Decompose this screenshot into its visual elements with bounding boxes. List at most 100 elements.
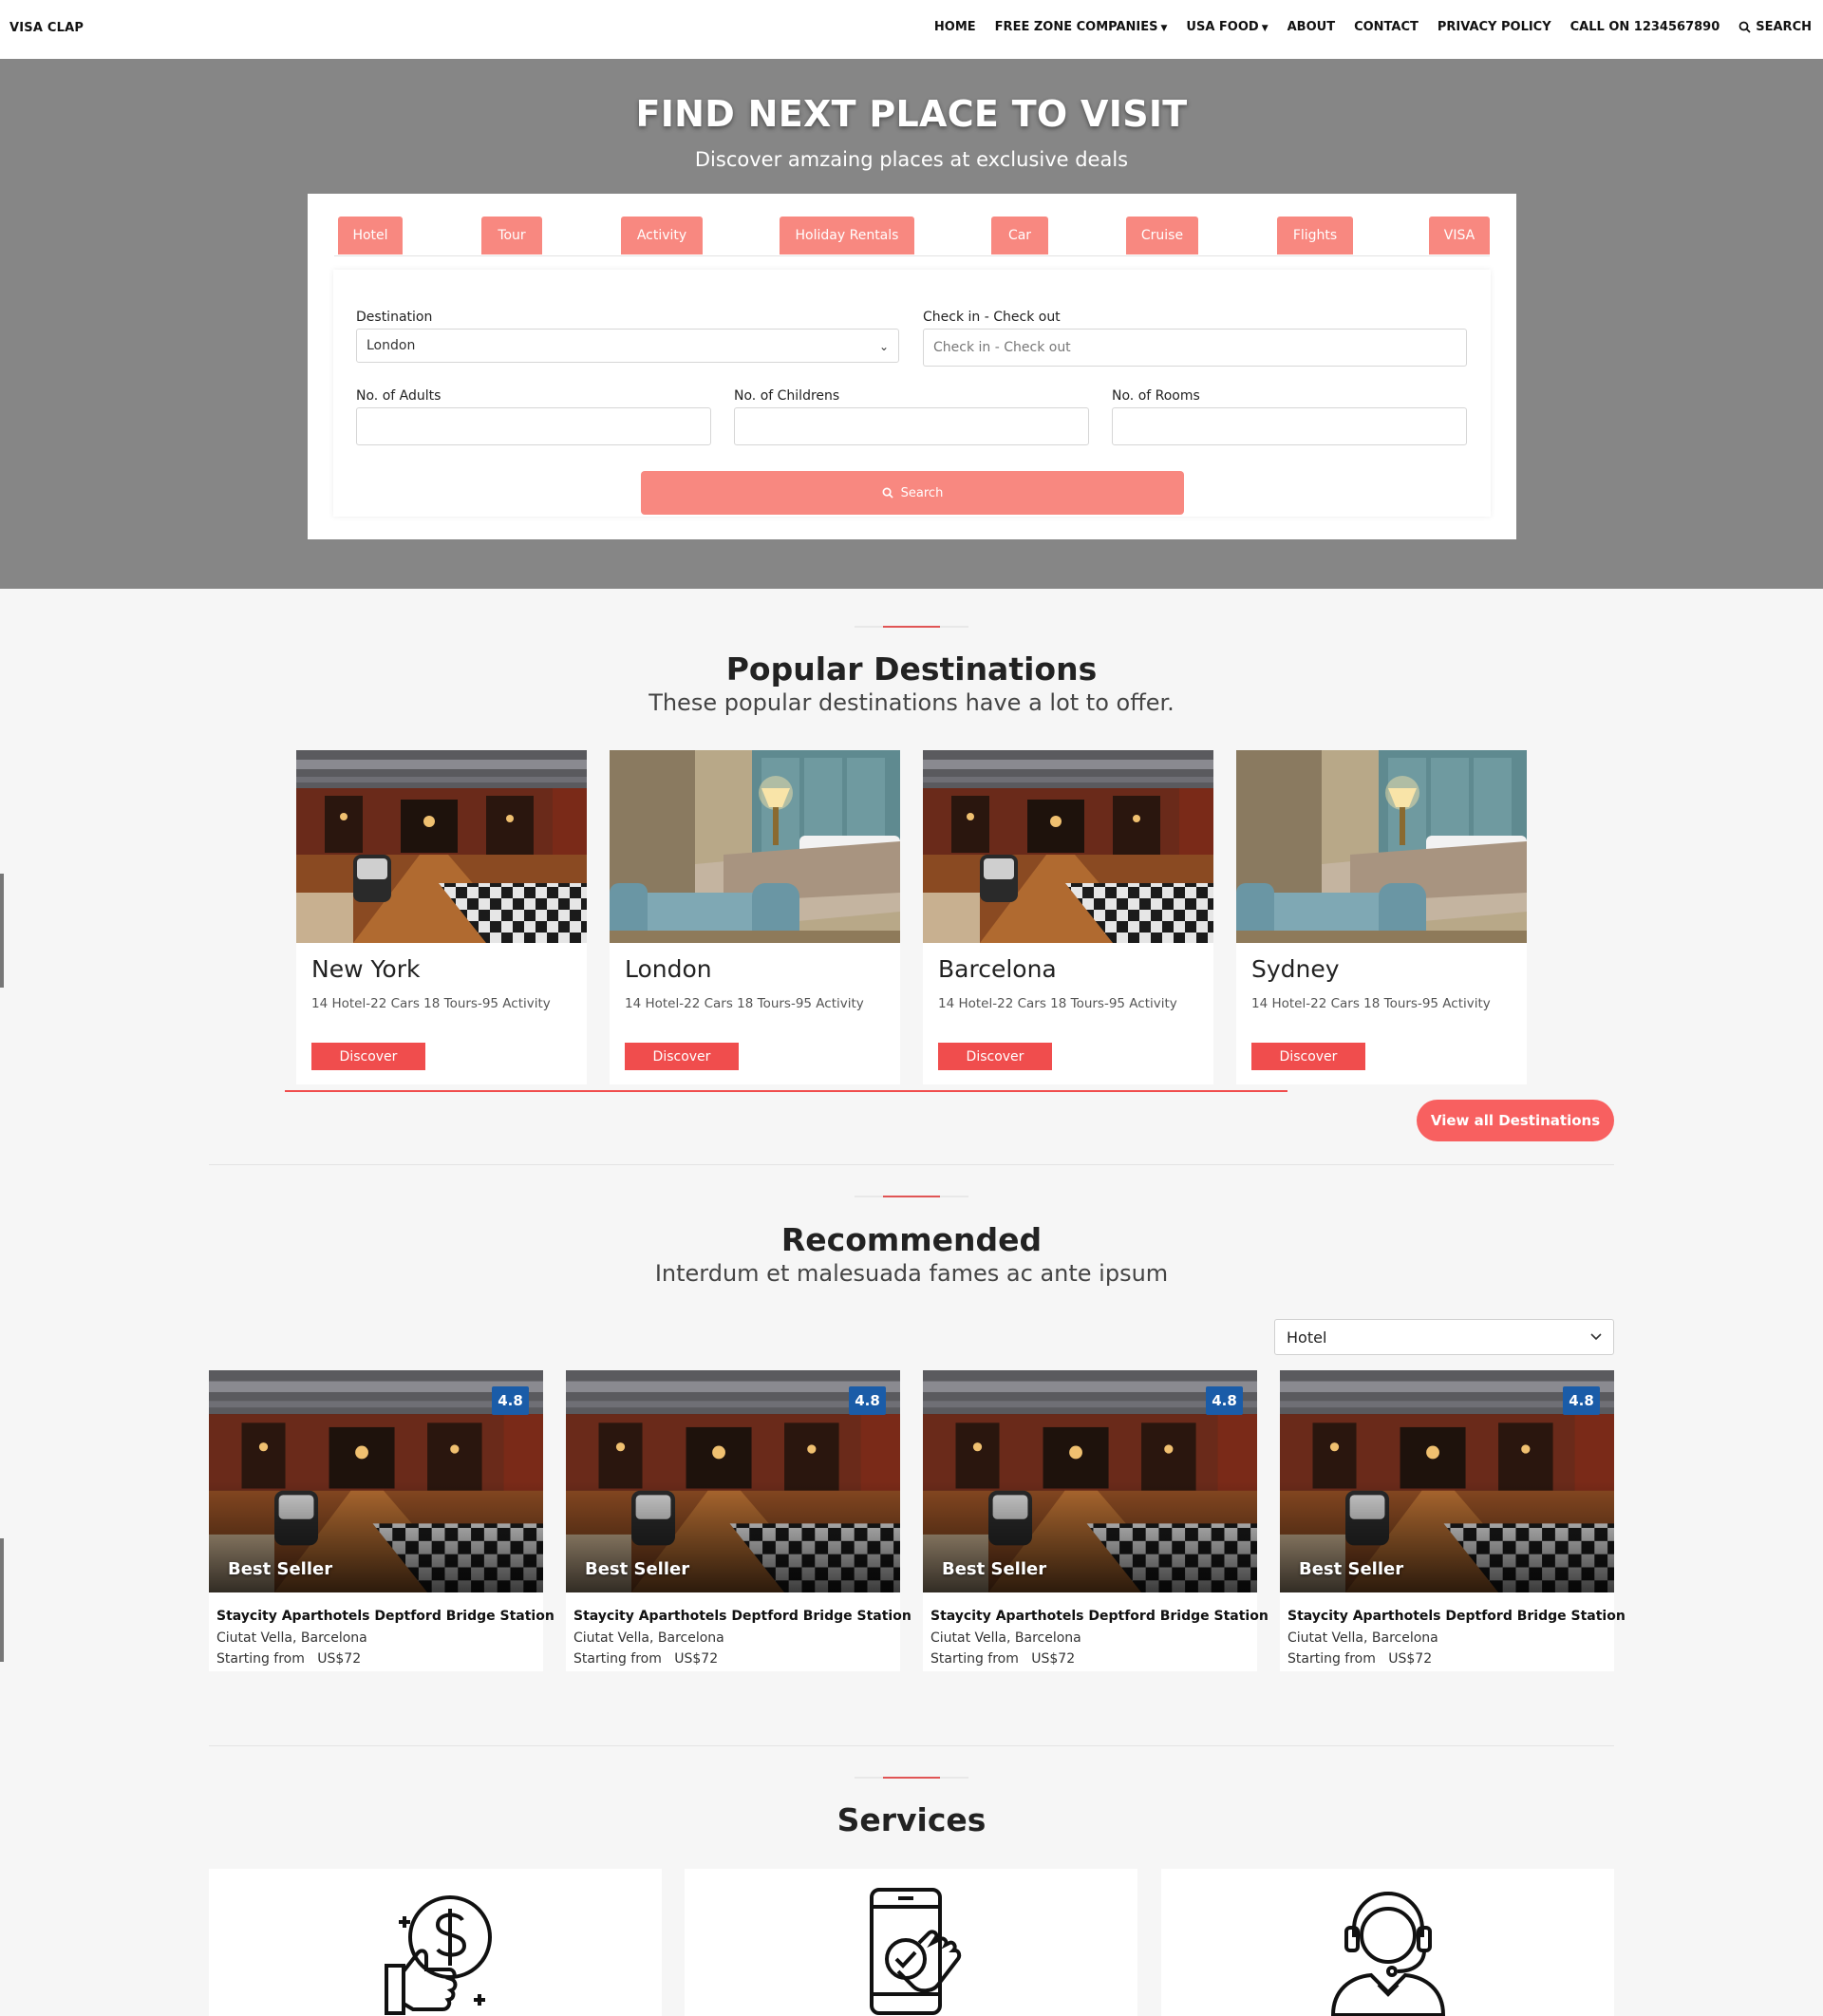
service-card[interactable] xyxy=(685,1869,1137,2016)
scroll-edge xyxy=(0,1538,4,1662)
nav-search-label: SEARCH xyxy=(1756,20,1812,34)
hotel-location: Ciutat Vella, Barcelona xyxy=(216,1630,367,1646)
chevron-down-icon: ⌄ xyxy=(878,340,889,353)
section-divider xyxy=(209,1745,1614,1746)
best-seller-label: Best Seller xyxy=(585,1559,690,1579)
destination-meta: 14 Hotel-22 Cars 18 Tours-95 Activity xyxy=(938,996,1177,1011)
tab-hotel[interactable]: Hotel xyxy=(338,217,403,254)
destination-card[interactable]: Sydney 14 Hotel-22 Cars 18 Tours-95 Acti… xyxy=(1236,750,1527,1084)
rating-badge: 4.8 xyxy=(1563,1386,1600,1415)
tab-tour[interactable]: Tour xyxy=(481,217,542,254)
hotel-title[interactable]: Staycity Aparthotels Deptford Bridge Sta… xyxy=(573,1609,912,1624)
hotel-title[interactable]: Staycity Aparthotels Deptford Bridge Sta… xyxy=(1287,1609,1626,1624)
destination-label: Destination xyxy=(356,310,433,325)
tab-visa[interactable]: VISA xyxy=(1429,217,1490,254)
search-button-label: Search xyxy=(900,485,944,500)
nav-call[interactable]: CALL ON 1234567890 xyxy=(1570,20,1720,34)
recommended-subtitle: Interdum et malesuada fames ac ante ipsu… xyxy=(654,1260,1169,1287)
view-all-destinations-button[interactable]: View all Destinations xyxy=(1417,1100,1614,1141)
destination-select[interactable]: London ⌄ xyxy=(356,329,899,363)
adults-label: No. of Adults xyxy=(356,388,442,404)
price-label: Starting from xyxy=(1287,1651,1376,1667)
nav-contact[interactable]: CONTACT xyxy=(1354,20,1419,34)
destination-image xyxy=(1236,750,1527,943)
discover-button[interactable]: Discover xyxy=(625,1043,739,1070)
hotel-title[interactable]: Staycity Aparthotels Deptford Bridge Sta… xyxy=(216,1609,554,1624)
hotel-location: Ciutat Vella, Barcelona xyxy=(1287,1630,1438,1646)
best-seller-label: Best Seller xyxy=(942,1559,1047,1579)
hotel-price: Starting from US$72 xyxy=(573,1651,718,1667)
rooms-input[interactable] xyxy=(1112,407,1467,445)
destination-meta: 14 Hotel-22 Cars 18 Tours-95 Activity xyxy=(311,996,551,1011)
chevron-down-icon xyxy=(1590,1333,1602,1341)
section-divider xyxy=(855,1777,968,1779)
recommended-card[interactable]: 4.8 Best Seller Staycity Aparthotels Dep… xyxy=(209,1370,554,1671)
customer-support-icon xyxy=(1330,1891,1445,2016)
section-divider xyxy=(855,626,968,628)
destination-card[interactable]: New York 14 Hotel-22 Cars 18 Tours-95 Ac… xyxy=(296,750,587,1084)
tab-cruise[interactable]: Cruise xyxy=(1126,217,1198,254)
carousel-scrollbar[interactable] xyxy=(285,1090,1287,1092)
recommended-card[interactable]: 4.8 Best Seller Staycity Aparthotels Dep… xyxy=(566,1370,912,1671)
checkin-label: Check in - Check out xyxy=(923,310,1061,325)
caret-down-icon: ▼ xyxy=(1261,24,1269,33)
price-value: US$72 xyxy=(1031,1651,1076,1667)
nav-privacy[interactable]: PRIVACY POLICY xyxy=(1438,20,1551,34)
checkin-placeholder: Check in - Check out xyxy=(933,340,1071,355)
recommended-card[interactable]: 4.8 Best Seller Staycity Aparthotels Dep… xyxy=(1280,1370,1626,1671)
destination-card[interactable]: London 14 Hotel-22 Cars 18 Tours-95 Acti… xyxy=(610,750,900,1084)
checkin-input[interactable]: Check in - Check out xyxy=(923,329,1467,367)
nav-home[interactable]: HOME xyxy=(934,20,976,34)
booking-tabs: Hotel Tour Activity Holiday Rentals Car … xyxy=(334,217,1490,256)
tab-flights[interactable]: Flights xyxy=(1277,217,1353,254)
service-card[interactable] xyxy=(1161,1869,1614,2016)
tab-car[interactable]: Car xyxy=(991,217,1048,254)
caret-down-icon: ▼ xyxy=(1160,24,1168,33)
tab-activity[interactable]: Activity xyxy=(621,217,703,254)
discover-button[interactable]: Discover xyxy=(938,1043,1052,1070)
discover-button[interactable]: Discover xyxy=(1251,1043,1365,1070)
rating-badge: 4.8 xyxy=(849,1386,886,1415)
discover-button[interactable]: Discover xyxy=(311,1043,425,1070)
hotel-price: Starting from US$72 xyxy=(1287,1651,1432,1667)
destination-name: Barcelona xyxy=(938,955,1057,983)
search-panel: Hotel Tour Activity Holiday Rentals Car … xyxy=(308,194,1516,539)
service-card[interactable] xyxy=(209,1869,662,2016)
destination-name: London xyxy=(625,955,712,983)
hotel-location: Ciutat Vella, Barcelona xyxy=(573,1630,724,1646)
popular-subtitle: These popular destinations have a lot to… xyxy=(648,689,1175,716)
search-button[interactable]: Search xyxy=(641,471,1184,515)
search-icon xyxy=(1738,21,1751,33)
children-input[interactable] xyxy=(734,407,1089,445)
brand-logo[interactable]: VISA CLAP xyxy=(9,21,84,35)
destination-meta: 14 Hotel-22 Cars 18 Tours-95 Activity xyxy=(625,996,864,1011)
nav-about[interactable]: ABOUT xyxy=(1287,20,1335,34)
hotel-location: Ciutat Vella, Barcelona xyxy=(930,1630,1081,1646)
search-icon xyxy=(882,487,893,499)
section-divider xyxy=(209,1164,1614,1165)
best-seller-label: Best Seller xyxy=(228,1559,333,1579)
price-label: Starting from xyxy=(930,1651,1019,1667)
destination-card[interactable]: Barcelona 14 Hotel-22 Cars 18 Tours-95 A… xyxy=(923,750,1213,1084)
recommended-card[interactable]: 4.8 Best Seller Staycity Aparthotels Dep… xyxy=(923,1370,1269,1671)
hero-subtitle: Discover amzaing places at exclusive dea… xyxy=(694,148,1129,171)
nav-search[interactable]: SEARCH xyxy=(1738,20,1812,34)
hero-section: FIND NEXT PLACE TO VISIT Discover amzain… xyxy=(0,59,1823,589)
main-menu: HOME FREE ZONE COMPANIES ▼ USA FOOD ▼ ABOU… xyxy=(934,20,1812,34)
price-value: US$72 xyxy=(674,1651,719,1667)
hotel-price: Starting from US$72 xyxy=(216,1651,361,1667)
hotel-price: Starting from US$72 xyxy=(930,1651,1075,1667)
booking-form: Destination London ⌄ Check in - Check ou… xyxy=(333,270,1491,517)
destination-name: Sydney xyxy=(1251,955,1340,983)
section-divider xyxy=(855,1196,968,1197)
hotel-title[interactable]: Staycity Aparthotels Deptford Bridge Sta… xyxy=(930,1609,1269,1624)
services-title: Services xyxy=(836,1801,987,1838)
price-value: US$72 xyxy=(317,1651,362,1667)
category-filter-select[interactable]: Hotel xyxy=(1274,1319,1614,1355)
price-value: US$72 xyxy=(1388,1651,1433,1667)
tab-holiday-rentals[interactable]: Holiday Rentals xyxy=(780,217,914,254)
nav-usa-food[interactable]: USA FOOD ▼ xyxy=(1186,20,1268,34)
top-navbar: VISA CLAP HOME FREE ZONE COMPANIES ▼ USA … xyxy=(0,0,1823,59)
adults-input[interactable] xyxy=(356,407,711,445)
nav-free-zone[interactable]: FREE ZONE COMPANIES ▼ xyxy=(995,20,1168,34)
